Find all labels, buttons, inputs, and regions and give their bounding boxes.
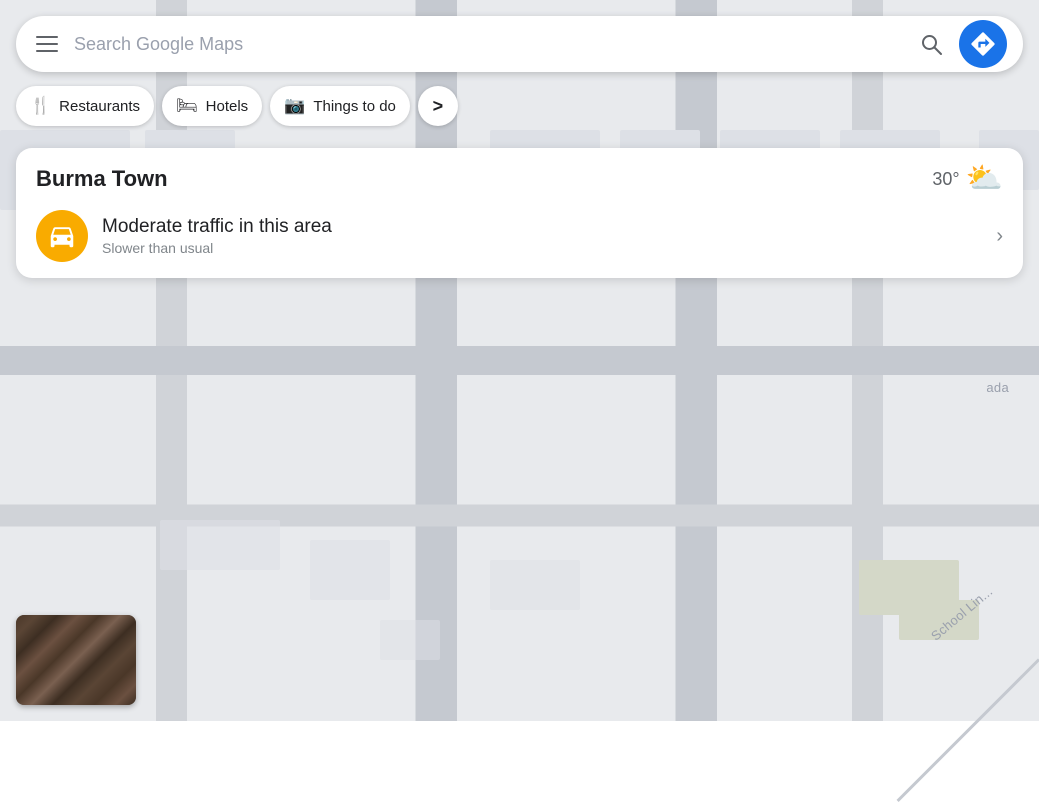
traffic-row[interactable]: Moderate traffic in this area Slower tha… <box>36 210 1003 262</box>
weather-temperature: 30° <box>932 169 959 190</box>
location-name: Burma Town <box>36 166 168 192</box>
traffic-subtitle: Slower than usual <box>102 240 982 256</box>
chip-things-to-do-label: Things to do <box>313 98 396 115</box>
restaurants-icon: 🍴 <box>30 96 51 116</box>
traffic-text: Moderate traffic in this area Slower tha… <box>102 216 982 256</box>
chip-hotels-label: Hotels <box>206 98 249 115</box>
hamburger-menu-button[interactable] <box>32 32 62 56</box>
weather-icon: ⛅ <box>966 164 1003 194</box>
traffic-car-icon <box>47 221 77 251</box>
search-button[interactable] <box>915 28 947 60</box>
panel-header: Burma Town 30° ⛅ <box>36 164 1003 194</box>
chips-more-button[interactable]: > <box>418 86 458 126</box>
chips-row: 🍴 Restaurants 🛏 Hotels 📷 Things to do > <box>16 86 458 126</box>
chip-restaurants-label: Restaurants <box>59 98 140 115</box>
search-icon <box>919 32 943 56</box>
chip-restaurants[interactable]: 🍴 Restaurants <box>16 86 154 126</box>
camera-icon: 📷 <box>284 96 305 116</box>
aerial-photo <box>16 615 136 705</box>
search-input[interactable]: Search Google Maps <box>74 35 903 53</box>
chip-hotels[interactable]: 🛏 Hotels <box>162 86 262 126</box>
chip-things-to-do[interactable]: 📷 Things to do <box>270 86 410 126</box>
traffic-title: Moderate traffic in this area <box>102 216 982 238</box>
directions-button[interactable] <box>959 20 1007 68</box>
bottom-thumbnail[interactable] <box>16 615 136 705</box>
search-bar[interactable]: Search Google Maps <box>16 16 1023 72</box>
traffic-icon-circle <box>36 210 88 262</box>
info-panel: Burma Town 30° ⛅ Moderate traffic in thi… <box>16 148 1023 278</box>
hotels-icon: 🛏 <box>176 96 198 116</box>
weather-info: 30° ⛅ <box>932 164 1003 194</box>
directions-icon <box>969 30 997 58</box>
map-label-ada: ada <box>986 380 1009 395</box>
traffic-chevron-button[interactable]: › <box>996 225 1003 248</box>
